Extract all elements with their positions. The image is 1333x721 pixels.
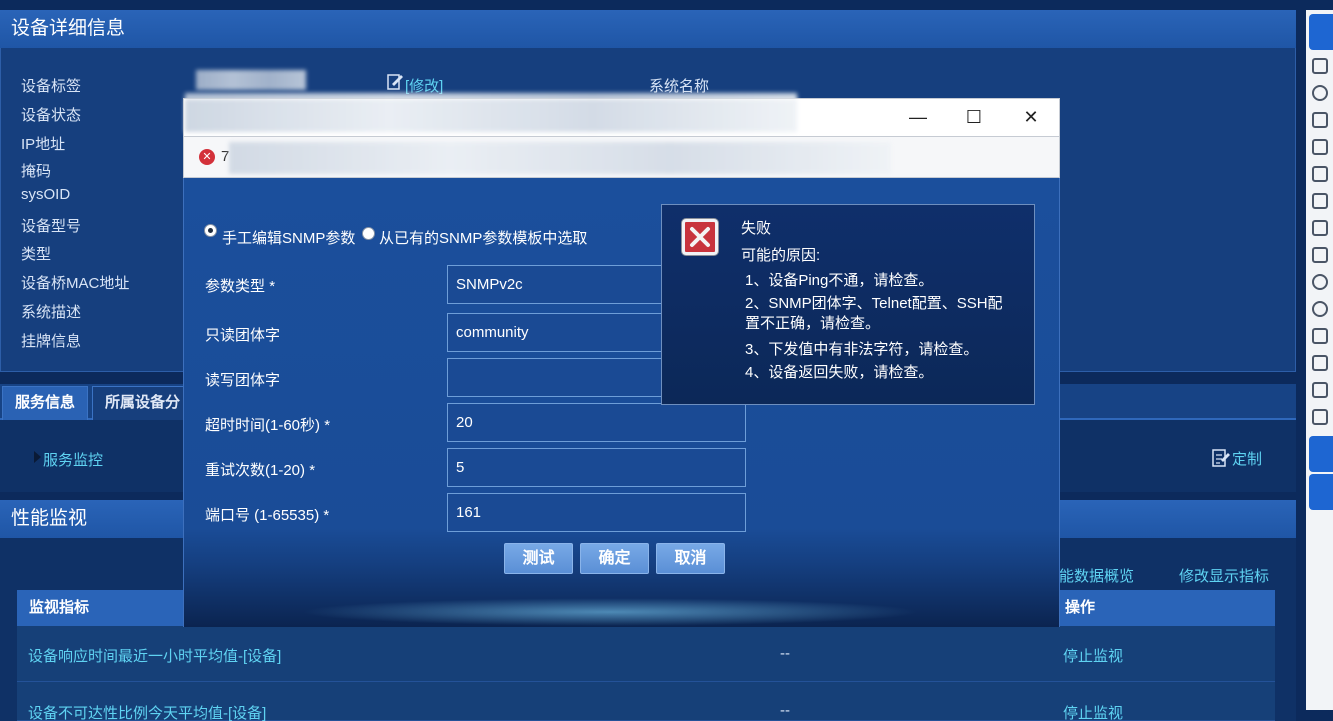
stop-monitor-link[interactable]: 停止监视 — [1063, 702, 1123, 721]
stop-monitor-link[interactable]: 停止监视 — [1063, 645, 1123, 666]
timeout-input[interactable]: 20 — [447, 403, 746, 442]
label-device-tag: 设备标签 — [21, 78, 82, 95]
gear-icon[interactable] — [1312, 193, 1328, 209]
label-ip-address: IP地址 — [21, 136, 66, 153]
timeout-label: 超时时间(1-60秒) * — [205, 417, 331, 434]
device-detail-title: 设备详细信息 — [0, 10, 1296, 48]
tool-icon[interactable] — [1312, 355, 1328, 371]
minimize-button[interactable]: — — [895, 98, 941, 136]
param-type-label: 参数类型 * — [205, 278, 276, 295]
metric-value: -- — [780, 645, 790, 662]
chat-icon[interactable] — [1312, 328, 1328, 344]
toolbar-button[interactable] — [1309, 436, 1333, 472]
metric-link[interactable]: 设备响应时间最近一小时平均值-[设备] — [28, 645, 281, 666]
label-mask: 掩码 — [21, 163, 52, 180]
label-device-status: 设备状态 — [21, 107, 82, 124]
refresh-icon[interactable] — [1312, 58, 1328, 74]
label-tag-info: 挂牌信息 — [21, 333, 82, 350]
error-reason-3: 3、下发值中有非法字符，请检查。 — [745, 341, 979, 358]
error-reason-1: 1、设备Ping不通，请检查。 — [745, 272, 934, 289]
maximize-button[interactable]: ☐ — [951, 98, 997, 136]
radio-manual-edit[interactable] — [204, 224, 217, 237]
service-monitor-link[interactable]: 服务监控 — [43, 449, 103, 470]
column-action: 操作 — [1065, 599, 1096, 616]
column-metric: 监视指标 — [29, 599, 90, 616]
globe-icon[interactable] — [1312, 274, 1328, 290]
label-sysoid: sysOID — [21, 186, 71, 203]
table-row: 设备响应时间最近一小时平均值-[设备] -- 停止监视 — [17, 626, 1275, 682]
error-title: 失败 — [741, 220, 772, 237]
error-reason-4: 4、设备返回失败，请检查。 — [745, 364, 934, 381]
modify-metrics-link[interactable]: 修改显示指标 — [1179, 565, 1269, 586]
document-icon[interactable] — [1312, 382, 1328, 398]
dialog-glow — [300, 598, 920, 626]
tab-device-group[interactable]: 所属设备分 — [92, 386, 194, 420]
radio-manual-label: 手工编辑SNMP参数 — [222, 230, 356, 247]
read-community-label: 只读团体字 — [205, 327, 281, 344]
error-reason-heading: 可能的原因: — [741, 247, 821, 264]
label-type: 类型 — [21, 246, 52, 263]
tab-service-info[interactable]: 服务信息 — [2, 386, 89, 420]
port-input[interactable]: 161 — [447, 493, 746, 532]
label-bridge-mac: 设备桥MAC地址 — [21, 275, 130, 292]
label-system-description: 系统描述 — [21, 304, 82, 321]
image-icon[interactable] — [1312, 247, 1328, 263]
metric-value: -- — [780, 702, 790, 719]
table-row: 设备不可达性比例今天平均值-[设备] -- 停止监视 — [17, 682, 1275, 721]
monitor-icon[interactable] — [1312, 166, 1328, 182]
redacted-dialog-title — [229, 142, 891, 174]
port-label: 端口号 (1-65535) * — [205, 507, 330, 524]
search-icon[interactable] — [1312, 85, 1328, 101]
cancel-button[interactable]: 取消 — [656, 543, 725, 574]
error-icon — [682, 219, 718, 255]
customize-icon[interactable] — [1212, 448, 1230, 468]
radio-from-template[interactable] — [362, 227, 375, 240]
ok-button[interactable]: 确定 — [580, 543, 649, 574]
pin-icon[interactable] — [1312, 112, 1328, 128]
toolbar-button[interactable] — [1309, 474, 1333, 510]
error-circle-icon: ✕ — [199, 149, 215, 165]
customize-link[interactable]: 定制 — [1232, 448, 1262, 469]
label-device-model: 设备型号 — [21, 218, 82, 235]
error-reason-2: 2、SNMP团体字、Telnet配置、SSH配置不正确，请检查。 — [745, 295, 1003, 332]
radio-template-label: 从已有的SNMP参数模板中选取 — [379, 230, 588, 247]
test-button[interactable]: 测试 — [504, 543, 573, 574]
delete-icon[interactable] — [1312, 139, 1328, 155]
redacted-window-title — [185, 99, 797, 132]
edit-icon[interactable] — [386, 73, 404, 91]
network-icon[interactable] — [1312, 301, 1328, 317]
list-icon[interactable] — [1312, 220, 1328, 236]
redacted-device-tag — [196, 70, 306, 90]
retries-input[interactable]: 5 — [447, 448, 746, 487]
settings-icon[interactable] — [1312, 409, 1328, 425]
metric-link[interactable]: 设备不可达性比例今天平均值-[设备] — [28, 702, 266, 721]
write-community-label: 读写团体字 — [205, 372, 281, 389]
retries-label: 重试次数(1-20) * — [205, 462, 316, 479]
toolbar-expand-button[interactable] — [1309, 14, 1333, 50]
expand-arrow-icon[interactable] — [34, 451, 41, 463]
close-button[interactable]: ✕ — [1008, 98, 1054, 136]
